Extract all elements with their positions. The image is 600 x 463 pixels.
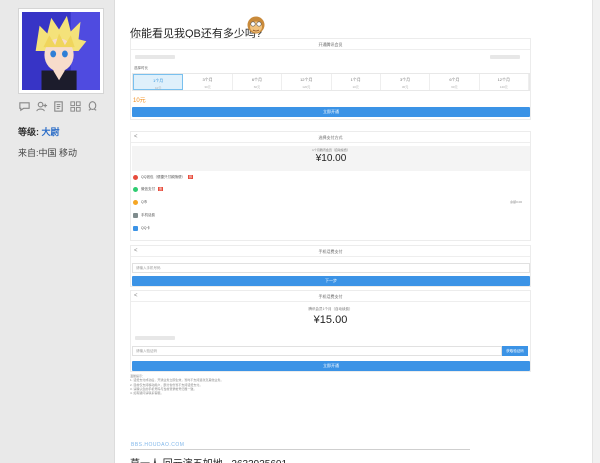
duration-tab[interactable]: 3个月 30元 (183, 74, 233, 90)
pay-method-phone[interactable]: 手机话费 (133, 211, 155, 219)
qq-card-icon (133, 225, 138, 231)
qq-wallet-icon (133, 174, 138, 180)
blurred-balance (490, 55, 520, 59)
back-arrow-icon[interactable]: < (134, 132, 138, 143)
duration-tab[interactable]: 12个月 120元 (282, 74, 332, 90)
phone-icon (133, 212, 138, 218)
duration-tab[interactable]: 3个月 30元 (381, 74, 431, 90)
message-icon[interactable] (18, 100, 31, 113)
wechat-pay-icon (133, 186, 138, 192)
phone-confirm-header: < 手机话费支付 (131, 291, 530, 302)
duration-tab[interactable]: 1个月 10元 (332, 74, 381, 90)
phone-confirm-screenshot: < 手机话费支付 腾讯会员1个月（自动续费） ¥15.00 请输入验证码 获取验证… (130, 290, 531, 372)
pay-method-wechat[interactable]: 微信支付惠 (133, 185, 164, 193)
payment-method-header: < 选择支付方式 (131, 132, 530, 143)
blurred-account (135, 55, 175, 59)
recommend-tag: 荐 (187, 175, 193, 179)
user-sidebar: 等级: 大尉 来自:中国 移动 (0, 0, 115, 463)
duration-tab[interactable]: 12个月 120元 (480, 74, 529, 90)
anime-avatar-image (22, 12, 100, 90)
user-level: 等级: 大尉 (18, 125, 60, 138)
payment-method-screenshot: < 选择支付方式 1个月腾讯会员（自动续费） ¥10.00 QQ钱包（便捷只付款随… (130, 131, 531, 241)
notes-section: 温馨提示： 1. 话费支付成功后，开通业务立即生效，暂时不支持退款及其他业务。 … (130, 374, 531, 404)
add-friend-icon[interactable] (35, 100, 48, 113)
verify-code-input[interactable]: 请输入验证码 (132, 346, 502, 356)
level-value[interactable]: 大尉 (42, 127, 60, 137)
order-summary: 1个月腾讯会员（自动续费） ¥10.00 (132, 146, 530, 171)
signature-divider (130, 449, 470, 450)
duration-tab[interactable]: 6个月 60元 (233, 74, 283, 90)
shy-monkey-emoji-icon (247, 16, 265, 34)
membership-screenshot: 开通腾讯会员 选择时长 1个月 10元 3个月 30元 6个月 60元 12个月 120… (130, 38, 531, 120)
page-scrollbar[interactable] (592, 0, 600, 463)
avatar[interactable] (18, 8, 104, 94)
pay-method-qqwallet[interactable]: QQ钱包（便捷只付款随便）荐 (133, 173, 193, 181)
phone-number-input[interactable]: 请输入手机号码 (132, 263, 530, 273)
apps-icon[interactable] (69, 100, 82, 113)
membership-header: 开通腾讯会员 (131, 39, 530, 50)
get-code-button[interactable]: 获取验证码 (502, 346, 528, 356)
phone-payment-screenshot: < 手机话费支付 请输入手机号码 下一步 (130, 245, 531, 287)
duration-label: 选择时长 (134, 66, 148, 70)
qcoin-balance: 余额0.00 (510, 200, 522, 204)
pay-method-qcoin[interactable]: Q币 (133, 198, 147, 206)
order-amount: ¥10.00 (315, 153, 347, 164)
blurred-phone-number (135, 336, 175, 340)
confirm-amount: ¥15.00 (313, 314, 348, 326)
back-arrow-icon[interactable]: < (134, 291, 138, 302)
promo-tag: 惠 (158, 187, 164, 191)
qq-icon[interactable] (86, 100, 99, 113)
user-action-icons (18, 100, 99, 113)
next-step-button[interactable]: 下一步 (132, 276, 530, 286)
order-caption: 1个月腾讯会员（自动续费） (312, 148, 350, 152)
selected-price: 10元 (133, 98, 146, 104)
confirm-caption: 腾讯会员1个月（自动续费） (308, 307, 353, 311)
duration-tab[interactable]: 6个月 60元 (430, 74, 480, 90)
user-signature: 莫一人 回元演五如地~ 2633935601 (130, 455, 287, 463)
duration-tab[interactable]: 1个月 10元 (133, 74, 184, 90)
qcoin-icon (133, 199, 138, 205)
profile-doc-icon[interactable] (52, 100, 65, 113)
user-origin: 来自:中国 移动 (18, 148, 78, 158)
open-membership-button[interactable]: 立即开通 (132, 107, 530, 117)
notes-line: 4. 如有疑问请联系客服。 (130, 391, 164, 396)
pay-method-qqcard[interactable]: QQ卡 (133, 224, 150, 232)
duration-tabs: 1个月 10元 3个月 30元 6个月 60元 12个月 120元 1个月 10元 3个月… (132, 73, 530, 91)
site-watermark: BBS.HOUDAO.COM (131, 442, 185, 448)
confirm-open-button[interactable]: 立即开通 (132, 361, 530, 371)
level-label: 等级: (18, 127, 39, 137)
back-arrow-icon[interactable]: < (134, 246, 138, 257)
phone-payment-header: < 手机话费支付 (131, 246, 530, 257)
